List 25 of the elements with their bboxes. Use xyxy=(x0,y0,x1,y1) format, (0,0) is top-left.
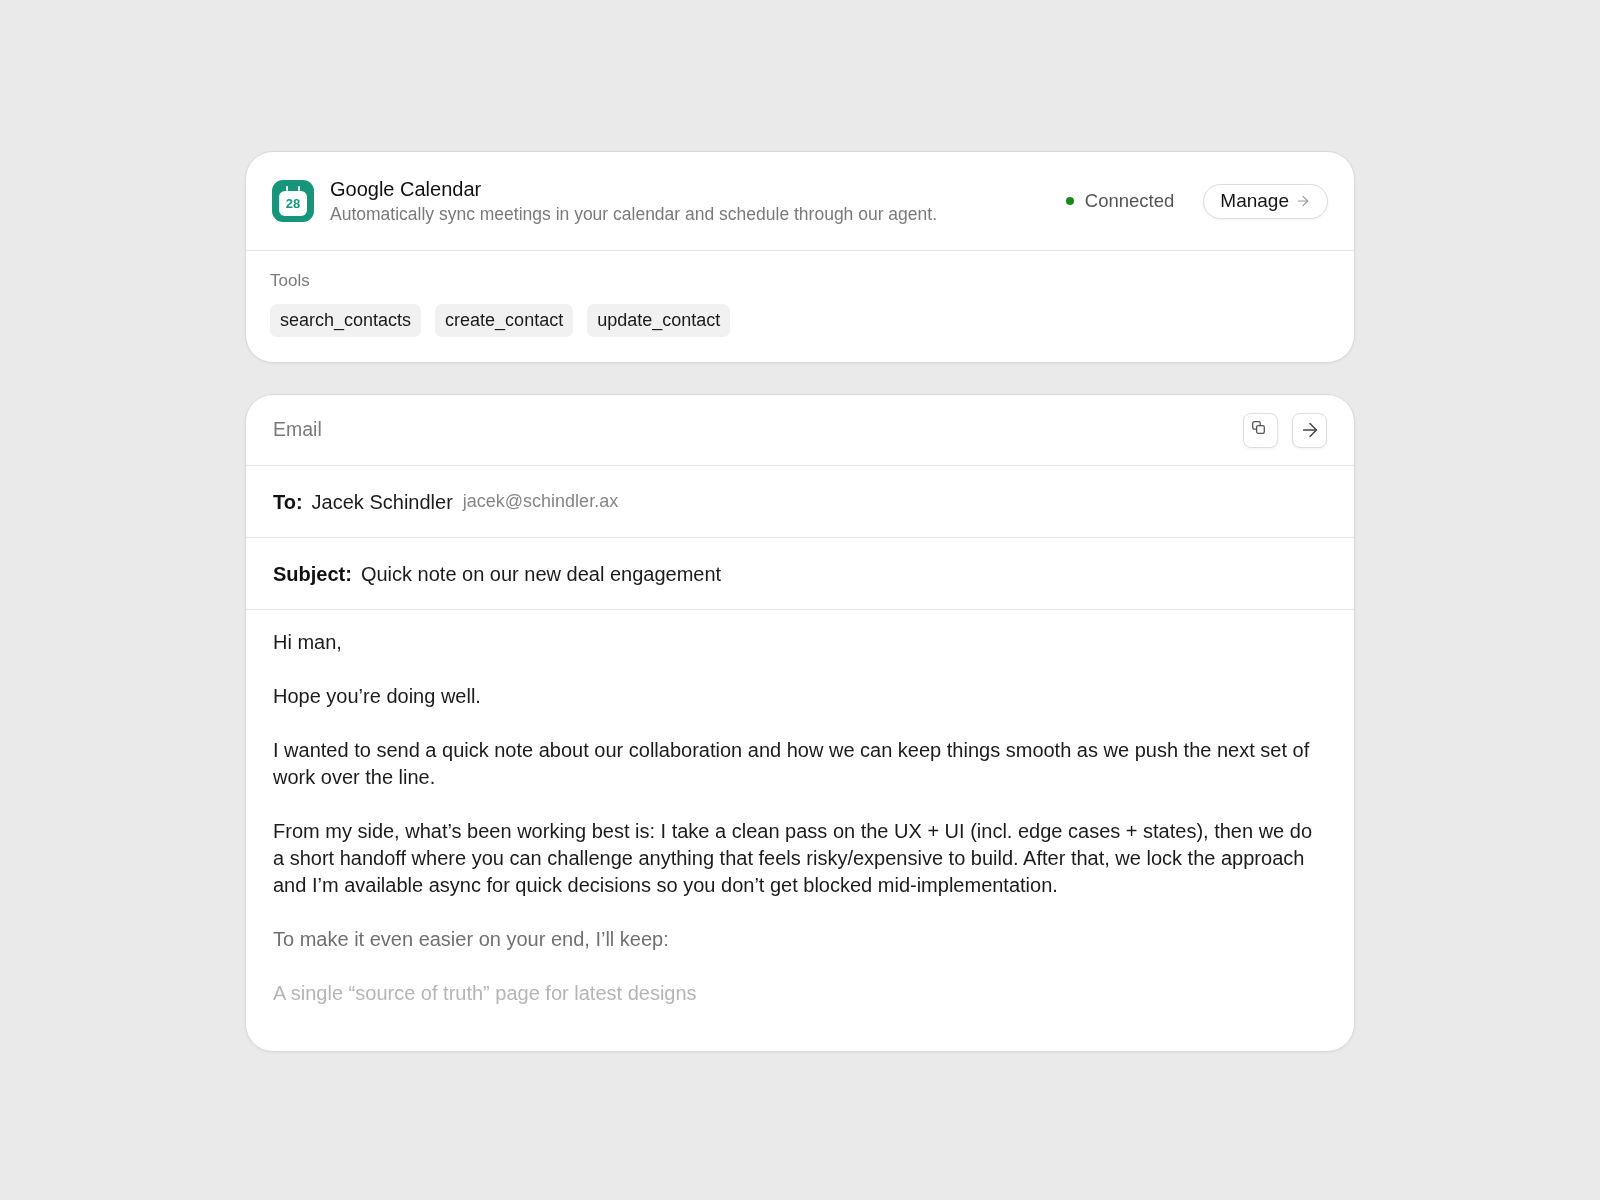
calendar-date: 28 xyxy=(285,196,301,210)
arrow-right-icon xyxy=(1295,193,1311,209)
email-paragraph: A single “source of truth” page for latest designs xyxy=(273,981,698,1006)
recipient-name: Jacek Schindler xyxy=(311,489,453,515)
tools-label: Tools xyxy=(270,270,310,292)
integration-description: Automatically sync meetings in your calendar and schedule through our agent. xyxy=(330,203,938,226)
email-paragraph: To make it even easier on your end, I’ll keep: xyxy=(273,927,670,952)
tool-chip: create_contact xyxy=(435,304,574,337)
email-paragraph: Hi man, xyxy=(273,630,343,655)
recipient-email: jacek@schindler.ax xyxy=(462,490,619,513)
email-paragraph: Hope you’re doing well. xyxy=(273,684,482,709)
status-label: Connected xyxy=(1084,189,1175,214)
tool-chip: update_contact xyxy=(587,304,731,337)
copy-icon xyxy=(1252,420,1265,434)
copy-button[interactable] xyxy=(1243,412,1278,448)
manage-button[interactable]: Manage xyxy=(1203,183,1328,219)
email-paragraph: From my side, what’s been working best is: I take a clean pass on the UX + UI (incl. edge cases + states), then we do a short handoff where you can challenge anything that feels risky/expensive to build. After that, we lock the approach and I’m available async for quick decisions so you don’t get blocked mid-implementation. xyxy=(273,819,1314,898)
send-button[interactable] xyxy=(1292,412,1327,448)
email-paragraph: I wanted to send a quick note about our collaboration and how we can keep things smooth as we push the next set of work over the line. xyxy=(273,738,1311,790)
subject-label: Subject: xyxy=(273,561,352,587)
email-title: Email xyxy=(273,417,322,443)
tool-chip: search_contacts xyxy=(270,304,422,337)
integration-title: Google Calendar xyxy=(330,177,483,202)
subject-text: Quick note on our new deal engagement xyxy=(360,561,722,587)
to-label: To: xyxy=(273,489,303,515)
